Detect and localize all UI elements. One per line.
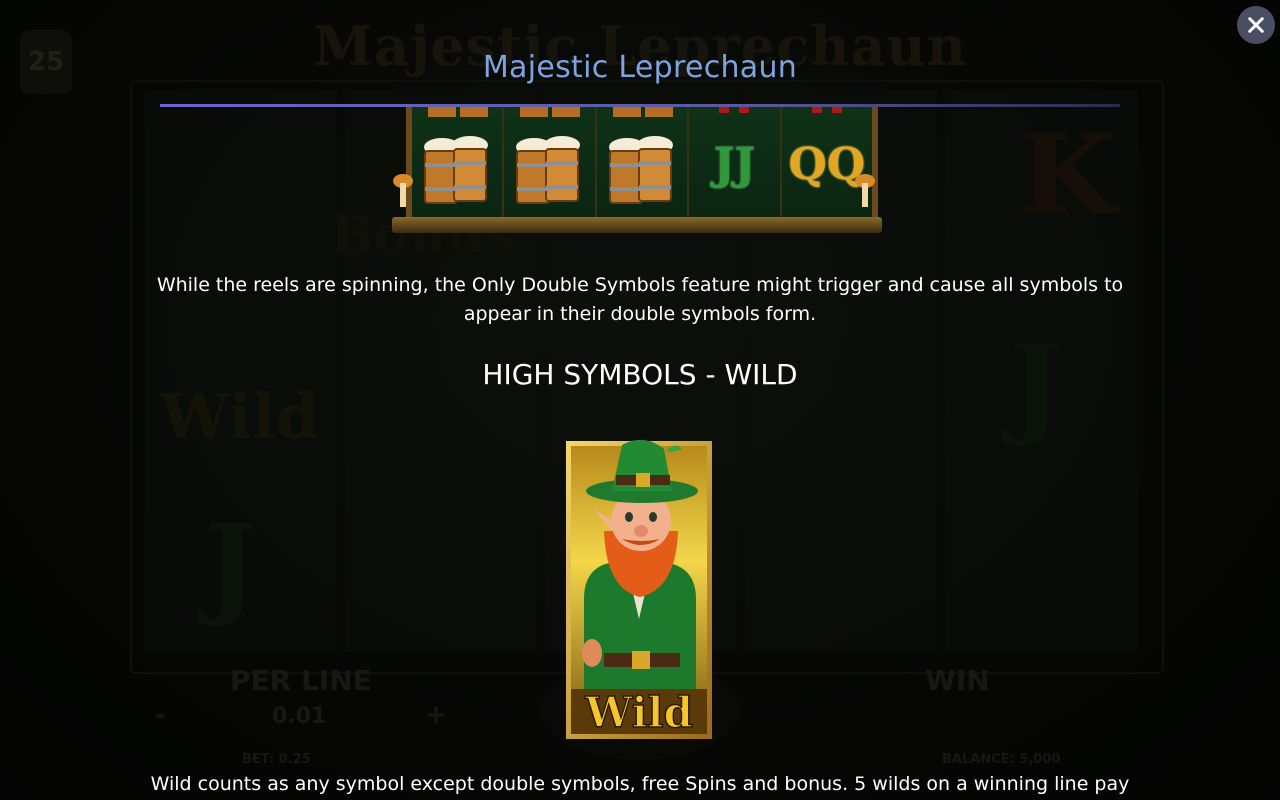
mushroom-icon — [855, 174, 875, 207]
beer-mugs-icon — [516, 136, 581, 204]
close-button[interactable] — [1237, 6, 1275, 44]
reel-cell-mug — [504, 107, 597, 217]
red-symbol-top — [739, 107, 750, 113]
red-symbol-top — [719, 107, 730, 113]
dialog-title: Majestic Leprechaun — [482, 50, 798, 85]
reel-base — [392, 217, 882, 233]
reel-cell-mug — [412, 107, 505, 217]
reel-cell-mug — [596, 107, 690, 217]
wild-rule-text: Wild counts as any symbol except double … — [150, 773, 1130, 795]
reel-cell-j: JJ — [689, 107, 782, 217]
mug-icon — [520, 107, 581, 117]
feature-description: While the reels are spinning, the Only D… — [156, 274, 1124, 325]
beer-mugs-icon — [424, 136, 488, 204]
wild-symbol-card: Wild — [564, 439, 714, 741]
reel-strip: JJ QQ — [406, 107, 878, 217]
red-symbol-top — [811, 107, 822, 113]
wild-label: Wild — [584, 688, 693, 737]
red-symbol-top — [831, 107, 842, 113]
mushroom-icon — [393, 174, 413, 207]
close-icon — [1248, 17, 1264, 33]
section-heading: HIGH SYMBOLS - WILD — [482, 358, 798, 391]
mug-icon — [428, 107, 488, 117]
mug-icon — [612, 107, 673, 117]
double-j-symbol: JJ — [713, 139, 756, 190]
beer-mugs-icon — [608, 136, 673, 204]
reel-preview-image: JJ QQ — [392, 107, 882, 235]
leprechaun-wild-icon: Wild — [566, 439, 712, 739]
